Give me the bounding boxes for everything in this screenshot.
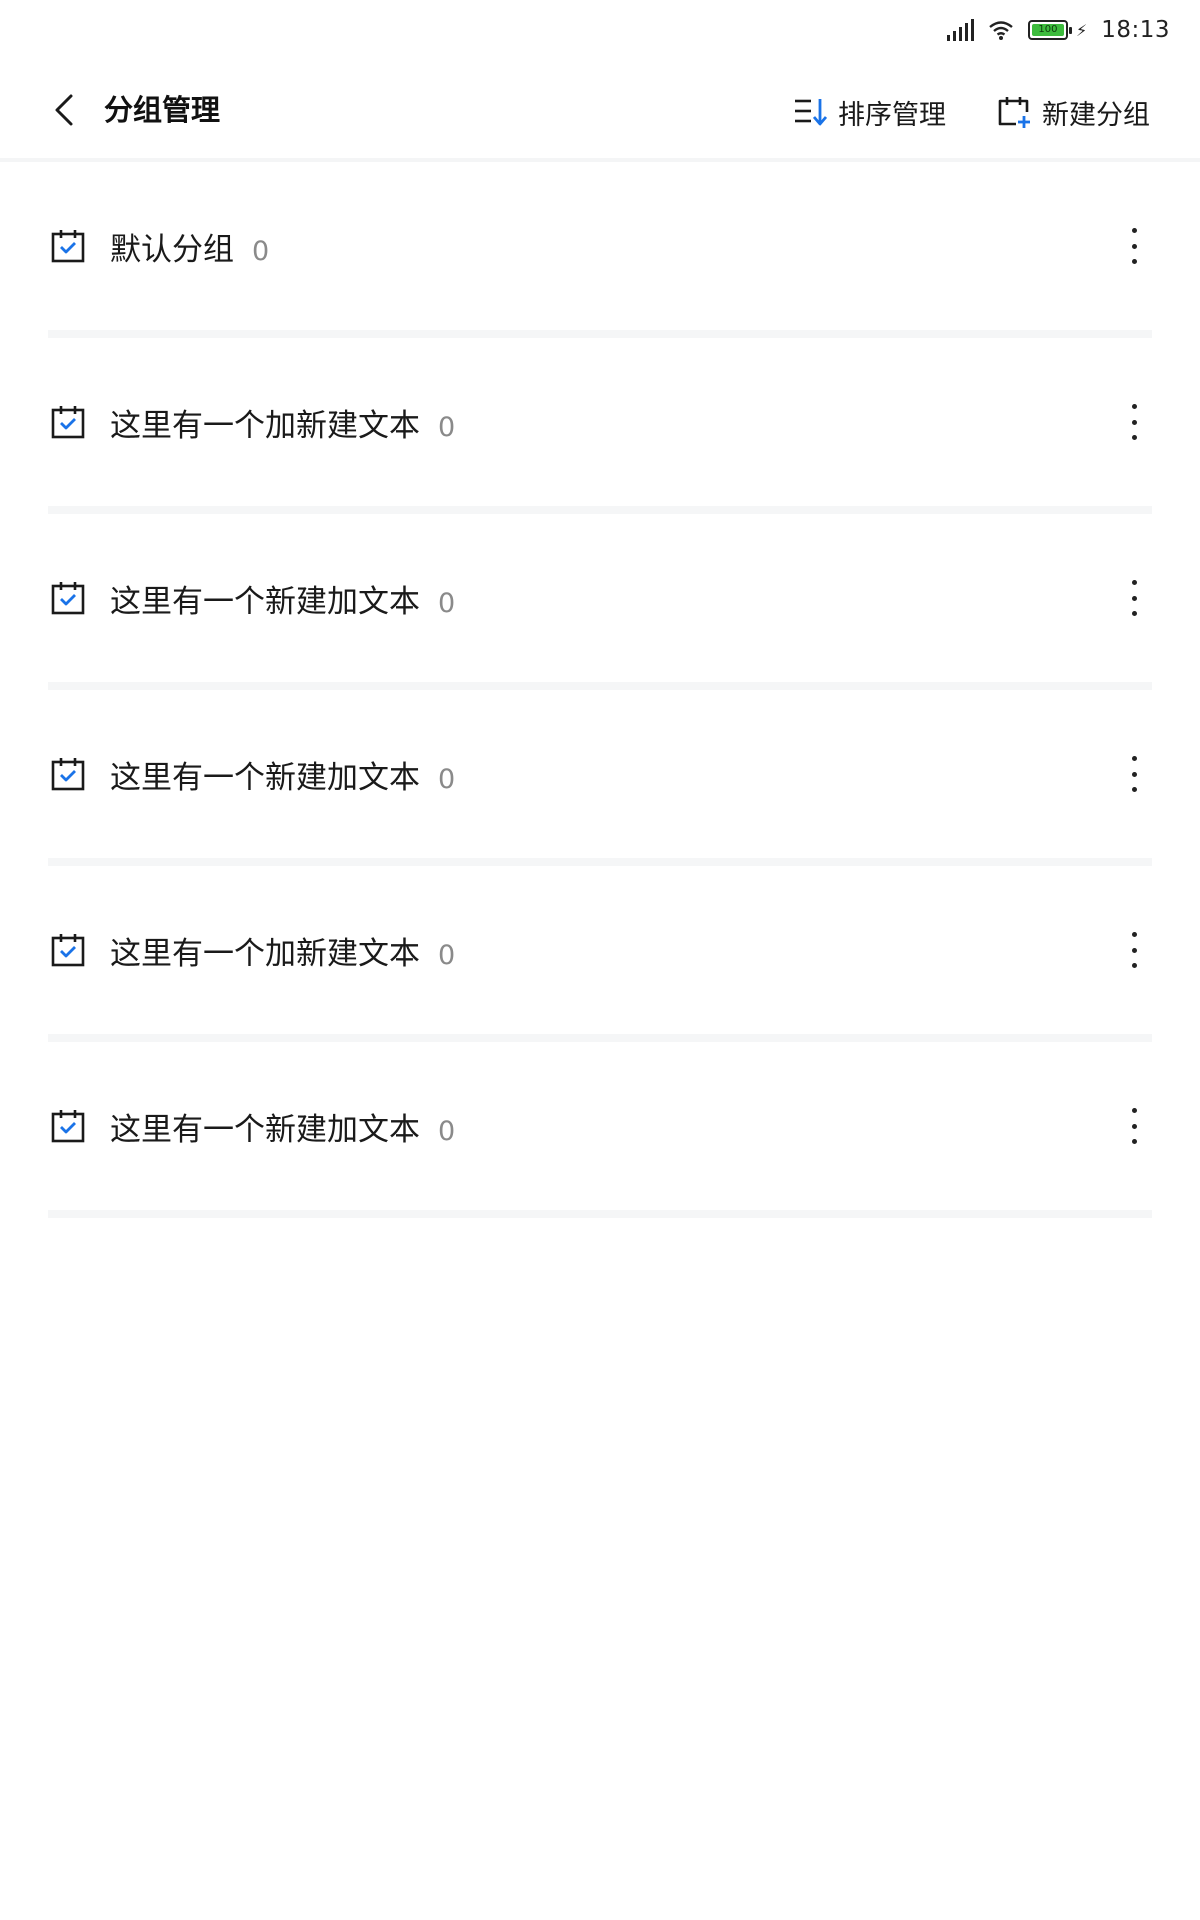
back-button[interactable] xyxy=(46,92,82,128)
group-item[interactable]: 默认分组 0 xyxy=(0,162,1200,338)
more-vertical-icon[interactable] xyxy=(1124,932,1144,968)
group-count: 0 xyxy=(438,412,456,443)
calendar-check-icon xyxy=(51,934,85,967)
group-count: 0 xyxy=(438,764,456,795)
battery-level: 100 xyxy=(1031,24,1064,36)
divider xyxy=(48,506,1152,514)
more-vertical-icon[interactable] xyxy=(1124,756,1144,792)
app-header: 分组管理 排序管理 新建分组 xyxy=(0,62,1200,162)
group-item[interactable]: 这里有一个新建加文本 0 xyxy=(0,1042,1200,1218)
group-count: 0 xyxy=(252,236,270,267)
group-name: 这里有一个新建加文本 xyxy=(110,760,420,796)
divider xyxy=(48,1034,1152,1042)
charging-icon: ⚡ xyxy=(1075,20,1088,40)
calendar-check-icon xyxy=(51,406,85,439)
page-title: 分组管理 xyxy=(104,93,221,127)
sort-manage-button[interactable]: 排序管理 xyxy=(792,90,946,134)
status-time: 18:13 xyxy=(1101,17,1170,43)
divider xyxy=(48,858,1152,866)
chevron-left-icon xyxy=(55,94,73,126)
new-group-button[interactable]: 新建分组 xyxy=(996,90,1150,134)
battery-icon: 100 xyxy=(1027,20,1072,40)
group-name: 默认分组 xyxy=(110,232,234,268)
group-name: 这里有一个新建加文本 xyxy=(110,584,420,620)
calendar-check-icon xyxy=(51,582,85,615)
group-name: 这里有一个加新建文本 xyxy=(110,936,420,972)
sort-list-icon xyxy=(795,99,828,126)
more-vertical-icon[interactable] xyxy=(1124,1108,1144,1144)
group-count: 0 xyxy=(438,940,456,971)
group-item[interactable]: 这里有一个加新建文本 0 xyxy=(0,338,1200,514)
more-vertical-icon[interactable] xyxy=(1124,404,1144,440)
group-item[interactable]: 这里有一个加新建文本 0 xyxy=(0,866,1200,1042)
more-vertical-icon[interactable] xyxy=(1124,228,1144,264)
group-item[interactable]: 这里有一个新建加文本 0 xyxy=(0,514,1200,690)
group-list: 默认分组 0 这里有一个加新建文本 0 这里有一个新建加文本 0 这里有一个新建… xyxy=(0,162,1200,1218)
status-bar: 100 ⚡ 18:13 xyxy=(0,0,1200,62)
group-item[interactable]: 这里有一个新建加文本 0 xyxy=(0,690,1200,866)
new-group-label: 新建分组 xyxy=(1042,99,1150,131)
wifi-icon xyxy=(989,21,1013,40)
signal-icon xyxy=(946,19,974,41)
calendar-check-icon xyxy=(51,758,85,791)
group-name: 这里有一个加新建文本 xyxy=(110,408,420,444)
more-vertical-icon[interactable] xyxy=(1124,580,1144,616)
divider xyxy=(48,1210,1152,1218)
sort-manage-label: 排序管理 xyxy=(838,99,946,131)
group-count: 0 xyxy=(438,588,456,619)
divider xyxy=(48,330,1152,338)
status-indicators: 100 ⚡ 18:13 xyxy=(946,14,1170,46)
calendar-add-icon xyxy=(998,97,1030,128)
calendar-check-icon xyxy=(51,1110,85,1143)
group-name: 这里有一个新建加文本 xyxy=(110,1112,420,1148)
group-count: 0 xyxy=(438,1116,456,1147)
calendar-check-icon xyxy=(51,230,85,263)
divider xyxy=(48,682,1152,690)
